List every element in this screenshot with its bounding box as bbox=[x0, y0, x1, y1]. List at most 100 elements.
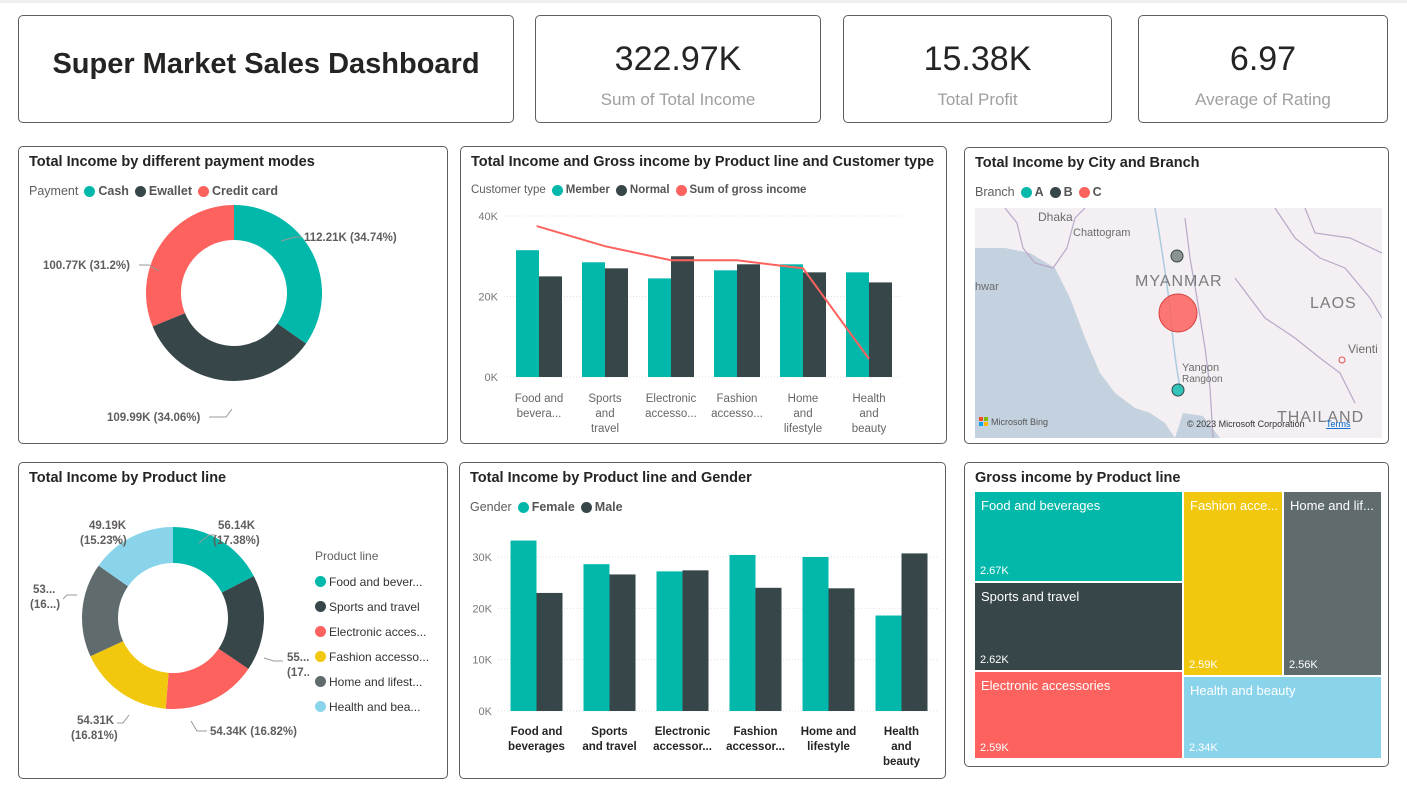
legend-title: Branch bbox=[975, 185, 1015, 199]
product-line-donut-chart[interactable]: 56.14K (17.38%) 55... (17...) 54.34K (16… bbox=[19, 463, 309, 778]
x-tick-label: Sports bbox=[591, 726, 627, 738]
bar-member[interactable] bbox=[648, 278, 671, 377]
x-tick-label: and bbox=[793, 408, 812, 420]
product-line-donut-card[interactable]: Total Income by Product line 56.14K (17.… bbox=[18, 462, 448, 779]
legend-dot bbox=[315, 626, 326, 637]
bing-map[interactable]: Dhaka Chattogram hwar MYANMAR LAOS Yango… bbox=[975, 208, 1382, 438]
kpi-card-average-rating[interactable]: 6.97 Average of Rating bbox=[1138, 15, 1388, 123]
legend-item[interactable]: Health and bea... bbox=[315, 694, 429, 719]
x-tick-label: lifestyle bbox=[784, 423, 822, 435]
bar-male[interactable] bbox=[901, 553, 928, 711]
treemap-tile-sports[interactable]: Sports and travel 2.62K bbox=[974, 582, 1183, 671]
bar-member[interactable] bbox=[582, 262, 605, 377]
bar-female[interactable] bbox=[875, 615, 902, 711]
map-place: Chattogram bbox=[1073, 227, 1130, 239]
x-tick-label: and bbox=[595, 408, 614, 420]
x-tick-label: Health bbox=[884, 726, 919, 738]
x-tick-label: Home and bbox=[801, 726, 857, 738]
map-card[interactable]: Total Income by City and Branch Branch A… bbox=[964, 147, 1389, 444]
bar-normal[interactable] bbox=[671, 256, 694, 377]
top-border bbox=[0, 0, 1407, 3]
bar-male[interactable] bbox=[828, 588, 855, 711]
x-tick-label: accessor... bbox=[726, 741, 785, 753]
legend-dot bbox=[1078, 186, 1090, 198]
slice-label: 112.21K (34.74%) bbox=[304, 232, 397, 244]
slice-label: 53... bbox=[33, 584, 55, 596]
bing-logo bbox=[984, 422, 988, 426]
legend-item[interactable]: Electronic acces... bbox=[315, 619, 429, 644]
legend-item-branch-b[interactable]: B bbox=[1049, 185, 1073, 199]
tile-value: 2.67K bbox=[980, 565, 1009, 577]
leader-line bbox=[62, 594, 77, 600]
map-place: LAOS bbox=[1310, 295, 1357, 312]
donut-slice-0[interactable] bbox=[234, 205, 322, 344]
map-bubble-branch-c[interactable] bbox=[1158, 293, 1198, 333]
bar-female[interactable] bbox=[583, 564, 610, 711]
tile-value: 2.34K bbox=[1189, 742, 1218, 754]
kpi-card-total-profit[interactable]: 15.38K Total Profit bbox=[843, 15, 1112, 123]
bar-normal[interactable] bbox=[869, 282, 892, 377]
tile-name: Fashion acce... bbox=[1190, 498, 1279, 513]
bing-logo bbox=[984, 417, 988, 421]
bar-member[interactable] bbox=[516, 250, 539, 377]
bar-member[interactable] bbox=[780, 264, 803, 377]
slice-label: (16...) bbox=[30, 599, 60, 611]
bar-male[interactable] bbox=[682, 570, 709, 711]
product-gender-bar-chart[interactable]: 30K 20K 10K 0K Food and beverages Sports and tr… bbox=[460, 463, 945, 778]
map-bubble-branch-a[interactable] bbox=[1171, 383, 1185, 397]
treemap-tile-food[interactable]: Food and beverages 2.67K bbox=[974, 491, 1183, 582]
y-tick-label: 0K bbox=[479, 706, 493, 718]
bar-female[interactable] bbox=[510, 540, 537, 711]
payment-donut-card[interactable]: Total Income by different payment modes … bbox=[18, 146, 448, 444]
x-tick-label: beverages bbox=[508, 741, 565, 753]
product-customer-chart-card[interactable]: Total Income and Gross income by Product… bbox=[460, 146, 947, 444]
legend-item[interactable]: Food and bever... bbox=[315, 569, 429, 594]
bar-female[interactable] bbox=[656, 571, 683, 711]
bar-female[interactable] bbox=[729, 554, 756, 711]
legend-dot bbox=[315, 701, 326, 712]
bar-female[interactable] bbox=[802, 557, 829, 711]
dashboard-title-card: Super Market Sales Dashboard bbox=[18, 15, 514, 123]
donut-slice-3[interactable] bbox=[90, 641, 169, 709]
legend-item-branch-c[interactable]: C bbox=[1078, 185, 1102, 199]
legend-item-branch-a[interactable]: A bbox=[1020, 185, 1044, 199]
product-gender-chart-card[interactable]: Total Income by Product line and Gender … bbox=[459, 462, 946, 779]
x-tick-label: accesso... bbox=[711, 408, 763, 420]
leader-line bbox=[190, 720, 207, 732]
bar-male[interactable] bbox=[755, 587, 782, 711]
x-tick-label: travel bbox=[591, 423, 619, 435]
treemap-tile-health[interactable]: Health and beauty 2.34K bbox=[1183, 676, 1382, 759]
treemap-tile-home[interactable]: Home and lif... 2.56K bbox=[1283, 491, 1382, 676]
y-tick-label: 30K bbox=[472, 552, 492, 564]
donut-slice-2[interactable] bbox=[146, 205, 234, 327]
legend-dot bbox=[315, 576, 326, 587]
treemap-tile-fashion[interactable]: Fashion acce... 2.59K bbox=[1183, 491, 1283, 676]
leader-line bbox=[263, 657, 283, 662]
legend-item[interactable]: Home and lifest... bbox=[315, 669, 429, 694]
treemap-card[interactable]: Gross income by Product line Food and be… bbox=[964, 462, 1389, 767]
map-bubble-branch-b[interactable] bbox=[1170, 249, 1184, 263]
payment-donut-chart[interactable]: 112.21K (34.74%) 109.99K (34.06%) 100.77… bbox=[19, 147, 447, 443]
bar-normal[interactable] bbox=[605, 268, 628, 377]
legend-item[interactable]: Fashion accesso... bbox=[315, 644, 429, 669]
legend-item[interactable]: Sports and travel bbox=[315, 594, 429, 619]
map-terms-link[interactable]: Terms bbox=[1326, 419, 1351, 429]
x-tick-label: Sports bbox=[588, 393, 621, 405]
bar-male[interactable] bbox=[536, 592, 563, 711]
bar-normal[interactable] bbox=[539, 276, 562, 377]
kpi-label: Total Profit bbox=[937, 90, 1018, 109]
kpi-card-total-income[interactable]: 322.97K Sum of Total Income bbox=[535, 15, 821, 123]
bar-normal[interactable] bbox=[803, 272, 826, 377]
bar-male[interactable] bbox=[609, 574, 636, 711]
product-customer-bar-chart[interactable]: 40K 20K 0K Food and bevera... Sports and travel… bbox=[461, 147, 946, 443]
kpi-value: 6.97 bbox=[1229, 40, 1297, 78]
treemap-tile-electronic[interactable]: Electronic accessories 2.59K bbox=[974, 671, 1183, 759]
x-tick-label: lifestyle bbox=[807, 741, 850, 753]
y-tick-label: 40K bbox=[478, 211, 498, 223]
bar-member[interactable] bbox=[714, 270, 737, 377]
slice-label: 109.99K (34.06%) bbox=[107, 412, 201, 424]
bar-member[interactable] bbox=[846, 272, 869, 377]
bar-normal[interactable] bbox=[737, 264, 760, 377]
tile-name: Health and beauty bbox=[1190, 683, 1296, 698]
tile-value: 2.59K bbox=[980, 742, 1009, 754]
